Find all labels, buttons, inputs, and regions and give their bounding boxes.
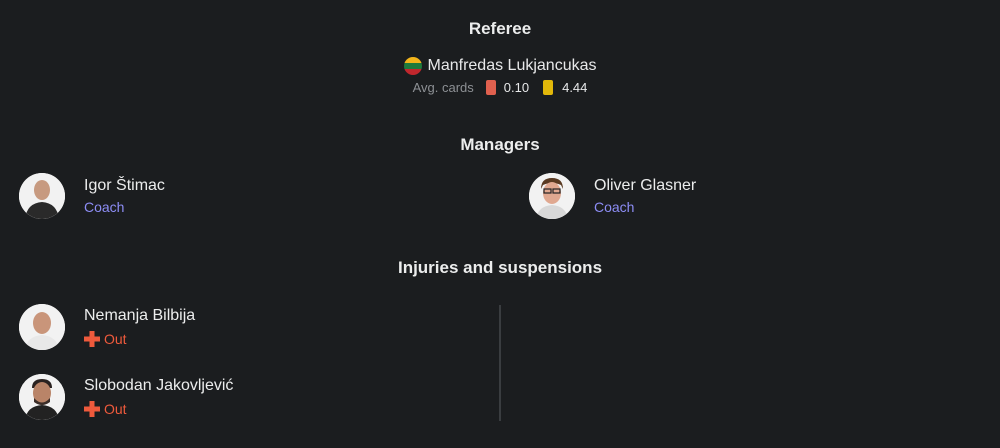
- manager-home-name[interactable]: Igor Štimac: [84, 176, 165, 196]
- player-avatar: [19, 374, 65, 420]
- player-status: Out: [84, 399, 233, 419]
- red-card-icon: [485, 80, 496, 95]
- referee-cards: Avg. cards 0.10 4.44: [0, 80, 1000, 95]
- player-avatar: [19, 304, 65, 350]
- referee-row[interactable]: Manfredas Lukjancukas: [0, 57, 1000, 75]
- player-status-label: Out: [104, 330, 127, 347]
- column-divider: [499, 305, 501, 421]
- injuries-title: Injuries and suspensions: [397, 258, 603, 277]
- manager-away-role: Coach: [594, 198, 635, 215]
- manager-home-avatar: [19, 173, 65, 219]
- lithuania-flag-icon: [403, 57, 422, 75]
- injured-player[interactable]: Nemanja Bilbija Out: [19, 304, 195, 350]
- manager-home-role: Coach: [84, 198, 125, 215]
- injured-player[interactable]: Slobodan Jakovljević Out: [19, 374, 233, 420]
- player-name[interactable]: Slobodan Jakovljević: [84, 376, 233, 396]
- player-name[interactable]: Nemanja Bilbija: [84, 306, 195, 326]
- injury-cross-icon: [84, 400, 100, 417]
- referee-name[interactable]: Manfredas Lukjancukas: [428, 57, 597, 75]
- yellow-card-icon: [543, 80, 554, 95]
- referee-title: Referee: [468, 19, 532, 38]
- manager-away[interactable]: Oliver Glasner Coach: [529, 173, 696, 219]
- manager-away-avatar: [529, 173, 575, 219]
- red-card-avg: 0.10: [503, 80, 530, 95]
- player-status: Out: [84, 329, 195, 349]
- injury-cross-icon: [84, 330, 100, 347]
- manager-home[interactable]: Igor Štimac Coach: [19, 173, 165, 219]
- player-status-label: Out: [104, 400, 127, 417]
- managers-title: Managers: [460, 135, 540, 154]
- avg-cards-label: Avg. cards: [412, 80, 474, 95]
- yellow-card-avg: 4.44: [562, 80, 588, 95]
- manager-away-name[interactable]: Oliver Glasner: [594, 176, 696, 196]
